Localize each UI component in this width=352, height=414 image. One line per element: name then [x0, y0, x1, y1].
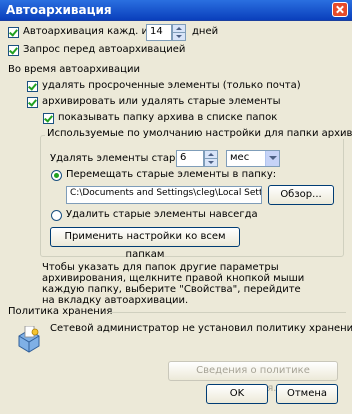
archive-old-checkbox[interactable] — [27, 97, 38, 108]
during-section-label: Во время автоархивации — [8, 64, 140, 75]
spin-up-icon[interactable] — [205, 151, 217, 159]
retention-policy-icon — [16, 325, 42, 354]
spin-down-icon[interactable] — [205, 159, 217, 167]
per-folder-note: Чтобы указать для папок другие параметры… — [42, 262, 305, 306]
retention-divider — [110, 312, 346, 313]
delete-forever-label: Удалить старые элементы навсегда — [66, 209, 258, 220]
retention-info-button[interactable]: Сведения о политике хранения... — [168, 361, 338, 394]
archive-defaults-title: Используемые по умолчанию настройки для … — [45, 128, 352, 139]
delete-expired-label: удалять просроченные элементы (только по… — [42, 80, 301, 91]
prompt-label: Запрос перед автоархивацией — [23, 44, 186, 55]
chevron-down-icon[interactable] — [265, 151, 279, 166]
move-radio-label: Перемещать старые элементы в папку: — [66, 169, 277, 180]
spin-down-icon[interactable] — [173, 33, 185, 41]
window-title: Автоархивация — [6, 3, 112, 17]
apply-to-all-button[interactable]: Применить настройки ко всем папкам — [50, 227, 240, 260]
retention-message: Сетевой администратор не установил полит… — [50, 323, 352, 334]
move-radio[interactable] — [51, 170, 62, 181]
delete-expired-checkbox[interactable] — [27, 81, 38, 92]
title-bar: Автоархивация — [0, 0, 352, 21]
autoarchive-label: Автоархивация кажд. из — [23, 26, 154, 37]
archive-path-input[interactable]: C:\Documents and Settings\cleg\Local Set… — [66, 186, 262, 204]
archive-age-input[interactable]: 6 — [176, 150, 204, 167]
show-folder-label: показывать папку архива в списке папок — [58, 112, 278, 123]
show-folder-checkbox[interactable] — [43, 113, 54, 124]
autoarchive-days-input[interactable]: 14 — [146, 24, 172, 41]
delete-older-label: Удалять элементы старше — [50, 153, 191, 164]
archive-age-unit-value: мес — [230, 152, 250, 163]
prompt-checkbox[interactable] — [8, 45, 19, 56]
cancel-button[interactable]: Отмена — [276, 384, 338, 404]
browse-button[interactable]: Обзор... — [268, 185, 334, 205]
close-button[interactable] — [332, 2, 348, 17]
spin-up-icon[interactable] — [173, 25, 185, 33]
retention-title: Политика хранения — [8, 306, 113, 317]
delete-forever-radio[interactable] — [51, 210, 62, 221]
archive-age-unit-select[interactable]: мес — [226, 150, 280, 167]
archive-old-label: архивировать или удалять старые элементы — [42, 96, 281, 107]
autoarchive-checkbox[interactable] — [8, 27, 19, 38]
archive-age-spinner[interactable] — [204, 150, 218, 167]
ok-button[interactable]: OK — [206, 384, 268, 404]
autoarchive-days-spinner[interactable] — [172, 24, 186, 41]
autoarchive-unit: дней — [192, 26, 219, 37]
